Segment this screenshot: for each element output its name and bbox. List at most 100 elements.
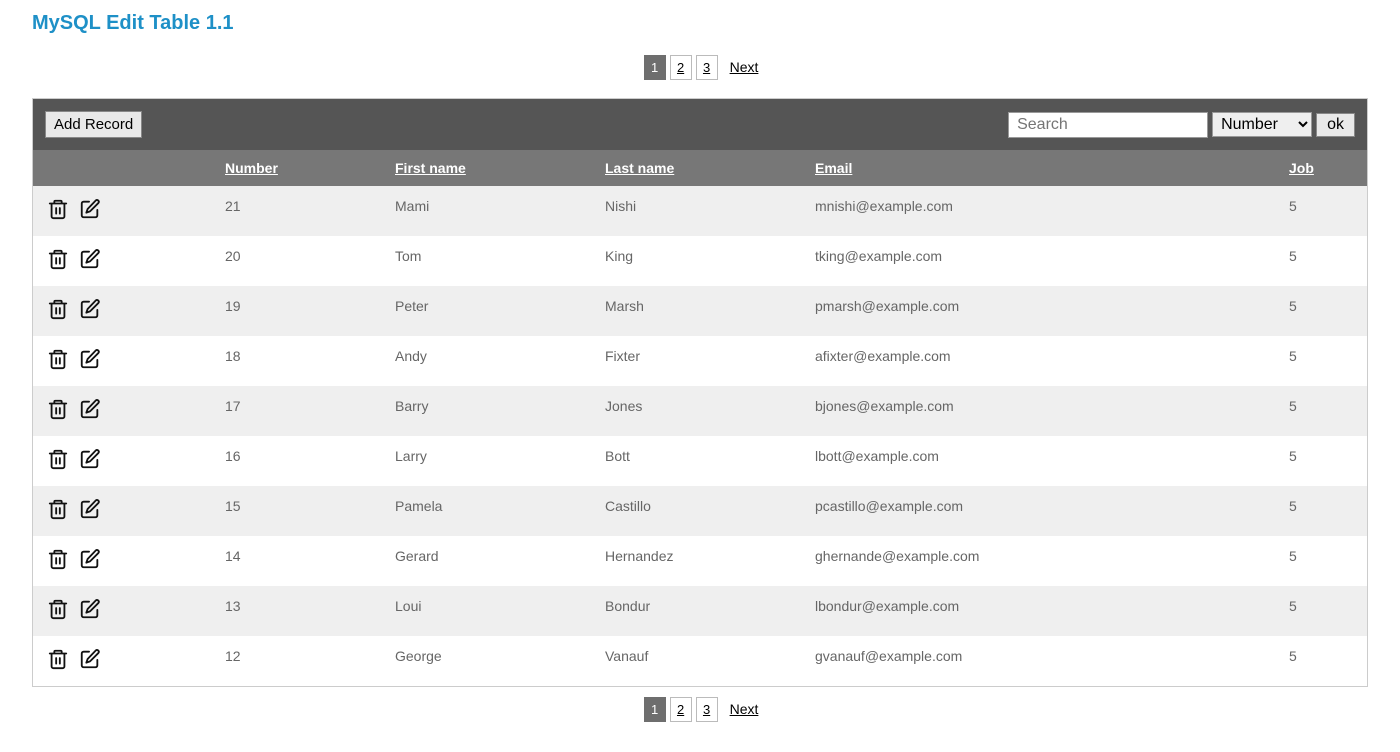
delete-icon[interactable] xyxy=(47,598,69,620)
page-button-1[interactable]: 1 xyxy=(644,697,666,722)
edit-icon[interactable] xyxy=(79,348,101,370)
cell-number: 21 xyxy=(213,186,383,236)
cell-email: lbondur@example.com xyxy=(803,586,1277,636)
cell-first-name: Peter xyxy=(383,286,593,336)
table-row: 18AndyFixterafixter@example.com5 xyxy=(33,336,1367,386)
cell-job: 5 xyxy=(1277,186,1367,236)
data-table: Number First name Last name Email Job 21… xyxy=(33,150,1367,686)
search-ok-button[interactable]: ok xyxy=(1316,113,1355,137)
cell-last-name: Jones xyxy=(593,386,803,436)
cell-email: afixter@example.com xyxy=(803,336,1277,386)
page-button-3[interactable]: 3 xyxy=(696,55,718,80)
cell-number: 13 xyxy=(213,586,383,636)
cell-last-name: Castillo xyxy=(593,486,803,536)
page-title: MySQL Edit Table 1.1 xyxy=(32,12,1368,35)
edit-icon[interactable] xyxy=(79,548,101,570)
delete-icon[interactable] xyxy=(47,498,69,520)
cell-number: 19 xyxy=(213,286,383,336)
cell-job: 5 xyxy=(1277,236,1367,286)
cell-last-name: Hernandez xyxy=(593,536,803,586)
cell-last-name: Bondur xyxy=(593,586,803,636)
cell-first-name: Mami xyxy=(383,186,593,236)
delete-icon[interactable] xyxy=(47,198,69,220)
page-button-3[interactable]: 3 xyxy=(696,697,718,722)
edit-icon[interactable] xyxy=(79,448,101,470)
cell-first-name: Gerard xyxy=(383,536,593,586)
cell-job: 5 xyxy=(1277,436,1367,486)
cell-last-name: Vanauf xyxy=(593,636,803,686)
column-header-first-name[interactable]: First name xyxy=(395,160,466,176)
delete-icon[interactable] xyxy=(47,648,69,670)
search-field-select[interactable]: NumberFirst nameLast nameEmailJob xyxy=(1212,112,1312,137)
cell-last-name: Fixter xyxy=(593,336,803,386)
delete-icon[interactable] xyxy=(47,548,69,570)
table-body: 21MamiNishimnishi@example.com520TomKingt… xyxy=(33,186,1367,686)
cell-email: tking@example.com xyxy=(803,236,1277,286)
table-row: 14GerardHernandezghernande@example.com5 xyxy=(33,536,1367,586)
cell-job: 5 xyxy=(1277,486,1367,536)
pagination-top: 123 Next xyxy=(32,55,1368,80)
cell-email: ghernande@example.com xyxy=(803,536,1277,586)
edit-icon[interactable] xyxy=(79,298,101,320)
cell-first-name: Loui xyxy=(383,586,593,636)
cell-number: 18 xyxy=(213,336,383,386)
cell-last-name: Marsh xyxy=(593,286,803,336)
cell-email: pcastillo@example.com xyxy=(803,486,1277,536)
page-button-2[interactable]: 2 xyxy=(670,55,692,80)
cell-number: 14 xyxy=(213,536,383,586)
column-header-job[interactable]: Job xyxy=(1289,160,1314,176)
delete-icon[interactable] xyxy=(47,448,69,470)
cell-email: gvanauf@example.com xyxy=(803,636,1277,686)
cell-job: 5 xyxy=(1277,286,1367,336)
edit-icon[interactable] xyxy=(79,598,101,620)
cell-email: pmarsh@example.com xyxy=(803,286,1277,336)
delete-icon[interactable] xyxy=(47,298,69,320)
table-row: 16LarryBottlbott@example.com5 xyxy=(33,436,1367,486)
search-input[interactable] xyxy=(1008,112,1208,138)
edit-icon[interactable] xyxy=(79,648,101,670)
cell-last-name: Nishi xyxy=(593,186,803,236)
edit-icon[interactable] xyxy=(79,498,101,520)
cell-number: 12 xyxy=(213,636,383,686)
column-header-last-name[interactable]: Last name xyxy=(605,160,674,176)
page-button-2[interactable]: 2 xyxy=(670,697,692,722)
edit-icon[interactable] xyxy=(79,198,101,220)
delete-icon[interactable] xyxy=(47,248,69,270)
table-row: 13LouiBondurlbondur@example.com5 xyxy=(33,586,1367,636)
pagination-bottom: 123 Next xyxy=(32,697,1368,722)
toolbar: Add Record NumberFirst nameLast nameEmai… xyxy=(33,99,1367,150)
page-button-1[interactable]: 1 xyxy=(644,55,666,80)
delete-icon[interactable] xyxy=(47,348,69,370)
column-header-number[interactable]: Number xyxy=(225,160,278,176)
cell-first-name: Andy xyxy=(383,336,593,386)
table-row: 21MamiNishimnishi@example.com5 xyxy=(33,186,1367,236)
cell-first-name: George xyxy=(383,636,593,686)
cell-number: 16 xyxy=(213,436,383,486)
delete-icon[interactable] xyxy=(47,398,69,420)
edit-icon[interactable] xyxy=(79,398,101,420)
table-row: 19PeterMarshpmarsh@example.com5 xyxy=(33,286,1367,336)
add-record-button[interactable]: Add Record xyxy=(45,111,142,138)
edit-icon[interactable] xyxy=(79,248,101,270)
cell-last-name: King xyxy=(593,236,803,286)
cell-number: 15 xyxy=(213,486,383,536)
cell-first-name: Tom xyxy=(383,236,593,286)
next-page-link[interactable]: Next xyxy=(730,701,759,717)
cell-email: mnishi@example.com xyxy=(803,186,1277,236)
cell-number: 17 xyxy=(213,386,383,436)
cell-number: 20 xyxy=(213,236,383,286)
cell-job: 5 xyxy=(1277,586,1367,636)
cell-first-name: Pamela xyxy=(383,486,593,536)
table-row: 20TomKingtking@example.com5 xyxy=(33,236,1367,286)
cell-first-name: Larry xyxy=(383,436,593,486)
cell-email: bjones@example.com xyxy=(803,386,1277,436)
cell-last-name: Bott xyxy=(593,436,803,486)
table-container: Add Record NumberFirst nameLast nameEmai… xyxy=(32,98,1368,687)
next-page-link[interactable]: Next xyxy=(730,59,759,75)
cell-job: 5 xyxy=(1277,536,1367,586)
table-row: 17BarryJonesbjones@example.com5 xyxy=(33,386,1367,436)
cell-first-name: Barry xyxy=(383,386,593,436)
column-header-email[interactable]: Email xyxy=(815,160,852,176)
cell-job: 5 xyxy=(1277,386,1367,436)
column-header-actions xyxy=(33,150,213,186)
